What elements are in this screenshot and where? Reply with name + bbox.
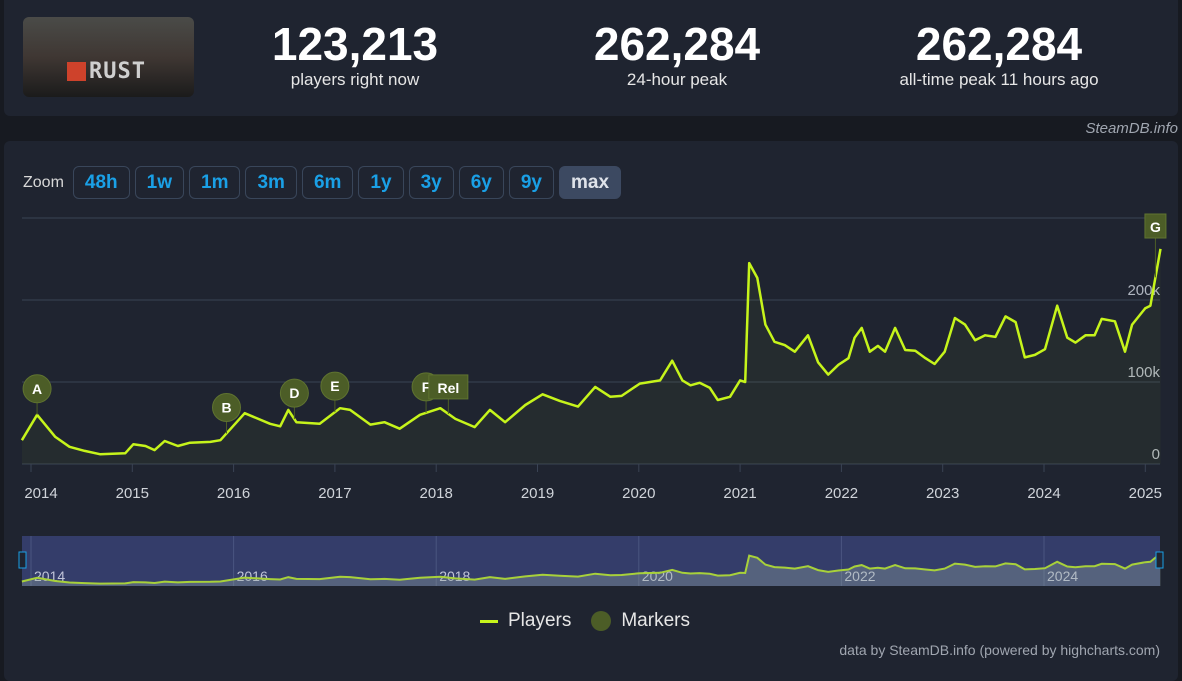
zoom-48h-button[interactable]: 48h (72, 166, 130, 199)
stat-value: 262,284 (915, 18, 1083, 70)
zoom-1y-button[interactable]: 1y (358, 166, 404, 199)
zoom-6m-button[interactable]: 6m (301, 166, 354, 199)
rust-logo-icon (67, 62, 86, 81)
legend: Players Markers (480, 610, 690, 632)
stat-value: 123,213 (271, 18, 439, 70)
stat-24h-peak: 262,284 24-hour peak (527, 18, 827, 90)
legend-players[interactable]: Players (508, 610, 571, 632)
legend-players-icon (480, 619, 498, 623)
stat-value: 262,284 (593, 18, 761, 70)
legend-markers-icon (591, 611, 612, 631)
zoom-label: Zoom (23, 173, 64, 191)
footer-credit[interactable]: data by SteamDB.info (powered by highcha… (839, 642, 1160, 658)
zoom-bar: Zoom 48h 1w 1m 3m 6m 1y 3y 6y 9y max (23, 166, 622, 199)
stat-label: 24-hour peak (626, 70, 728, 89)
zoom-1m-button[interactable]: 1m (189, 166, 241, 199)
stat-label: all-time peak 11 hours ago (899, 70, 1099, 89)
steamdb-credit[interactable]: SteamDB.info (1085, 120, 1178, 137)
stat-alltime-peak: 262,284 all-time peak 11 hours ago (849, 18, 1149, 90)
zoom-9y-button[interactable]: 9y (508, 166, 554, 199)
stat-current: 123,213 players right now (205, 18, 505, 90)
legend-markers[interactable]: Markers (621, 610, 690, 632)
zoom-max-button[interactable]: max (558, 166, 622, 199)
game-logo[interactable]: RUST (23, 17, 194, 97)
stat-label: players right now (290, 70, 420, 89)
logo-text: RUST (89, 59, 146, 84)
chart-panel (4, 141, 1178, 681)
zoom-3y-button[interactable]: 3y (408, 166, 454, 199)
zoom-6y-button[interactable]: 6y (458, 166, 504, 199)
zoom-3m-button[interactable]: 3m (245, 166, 297, 199)
zoom-1w-button[interactable]: 1w (134, 166, 185, 199)
